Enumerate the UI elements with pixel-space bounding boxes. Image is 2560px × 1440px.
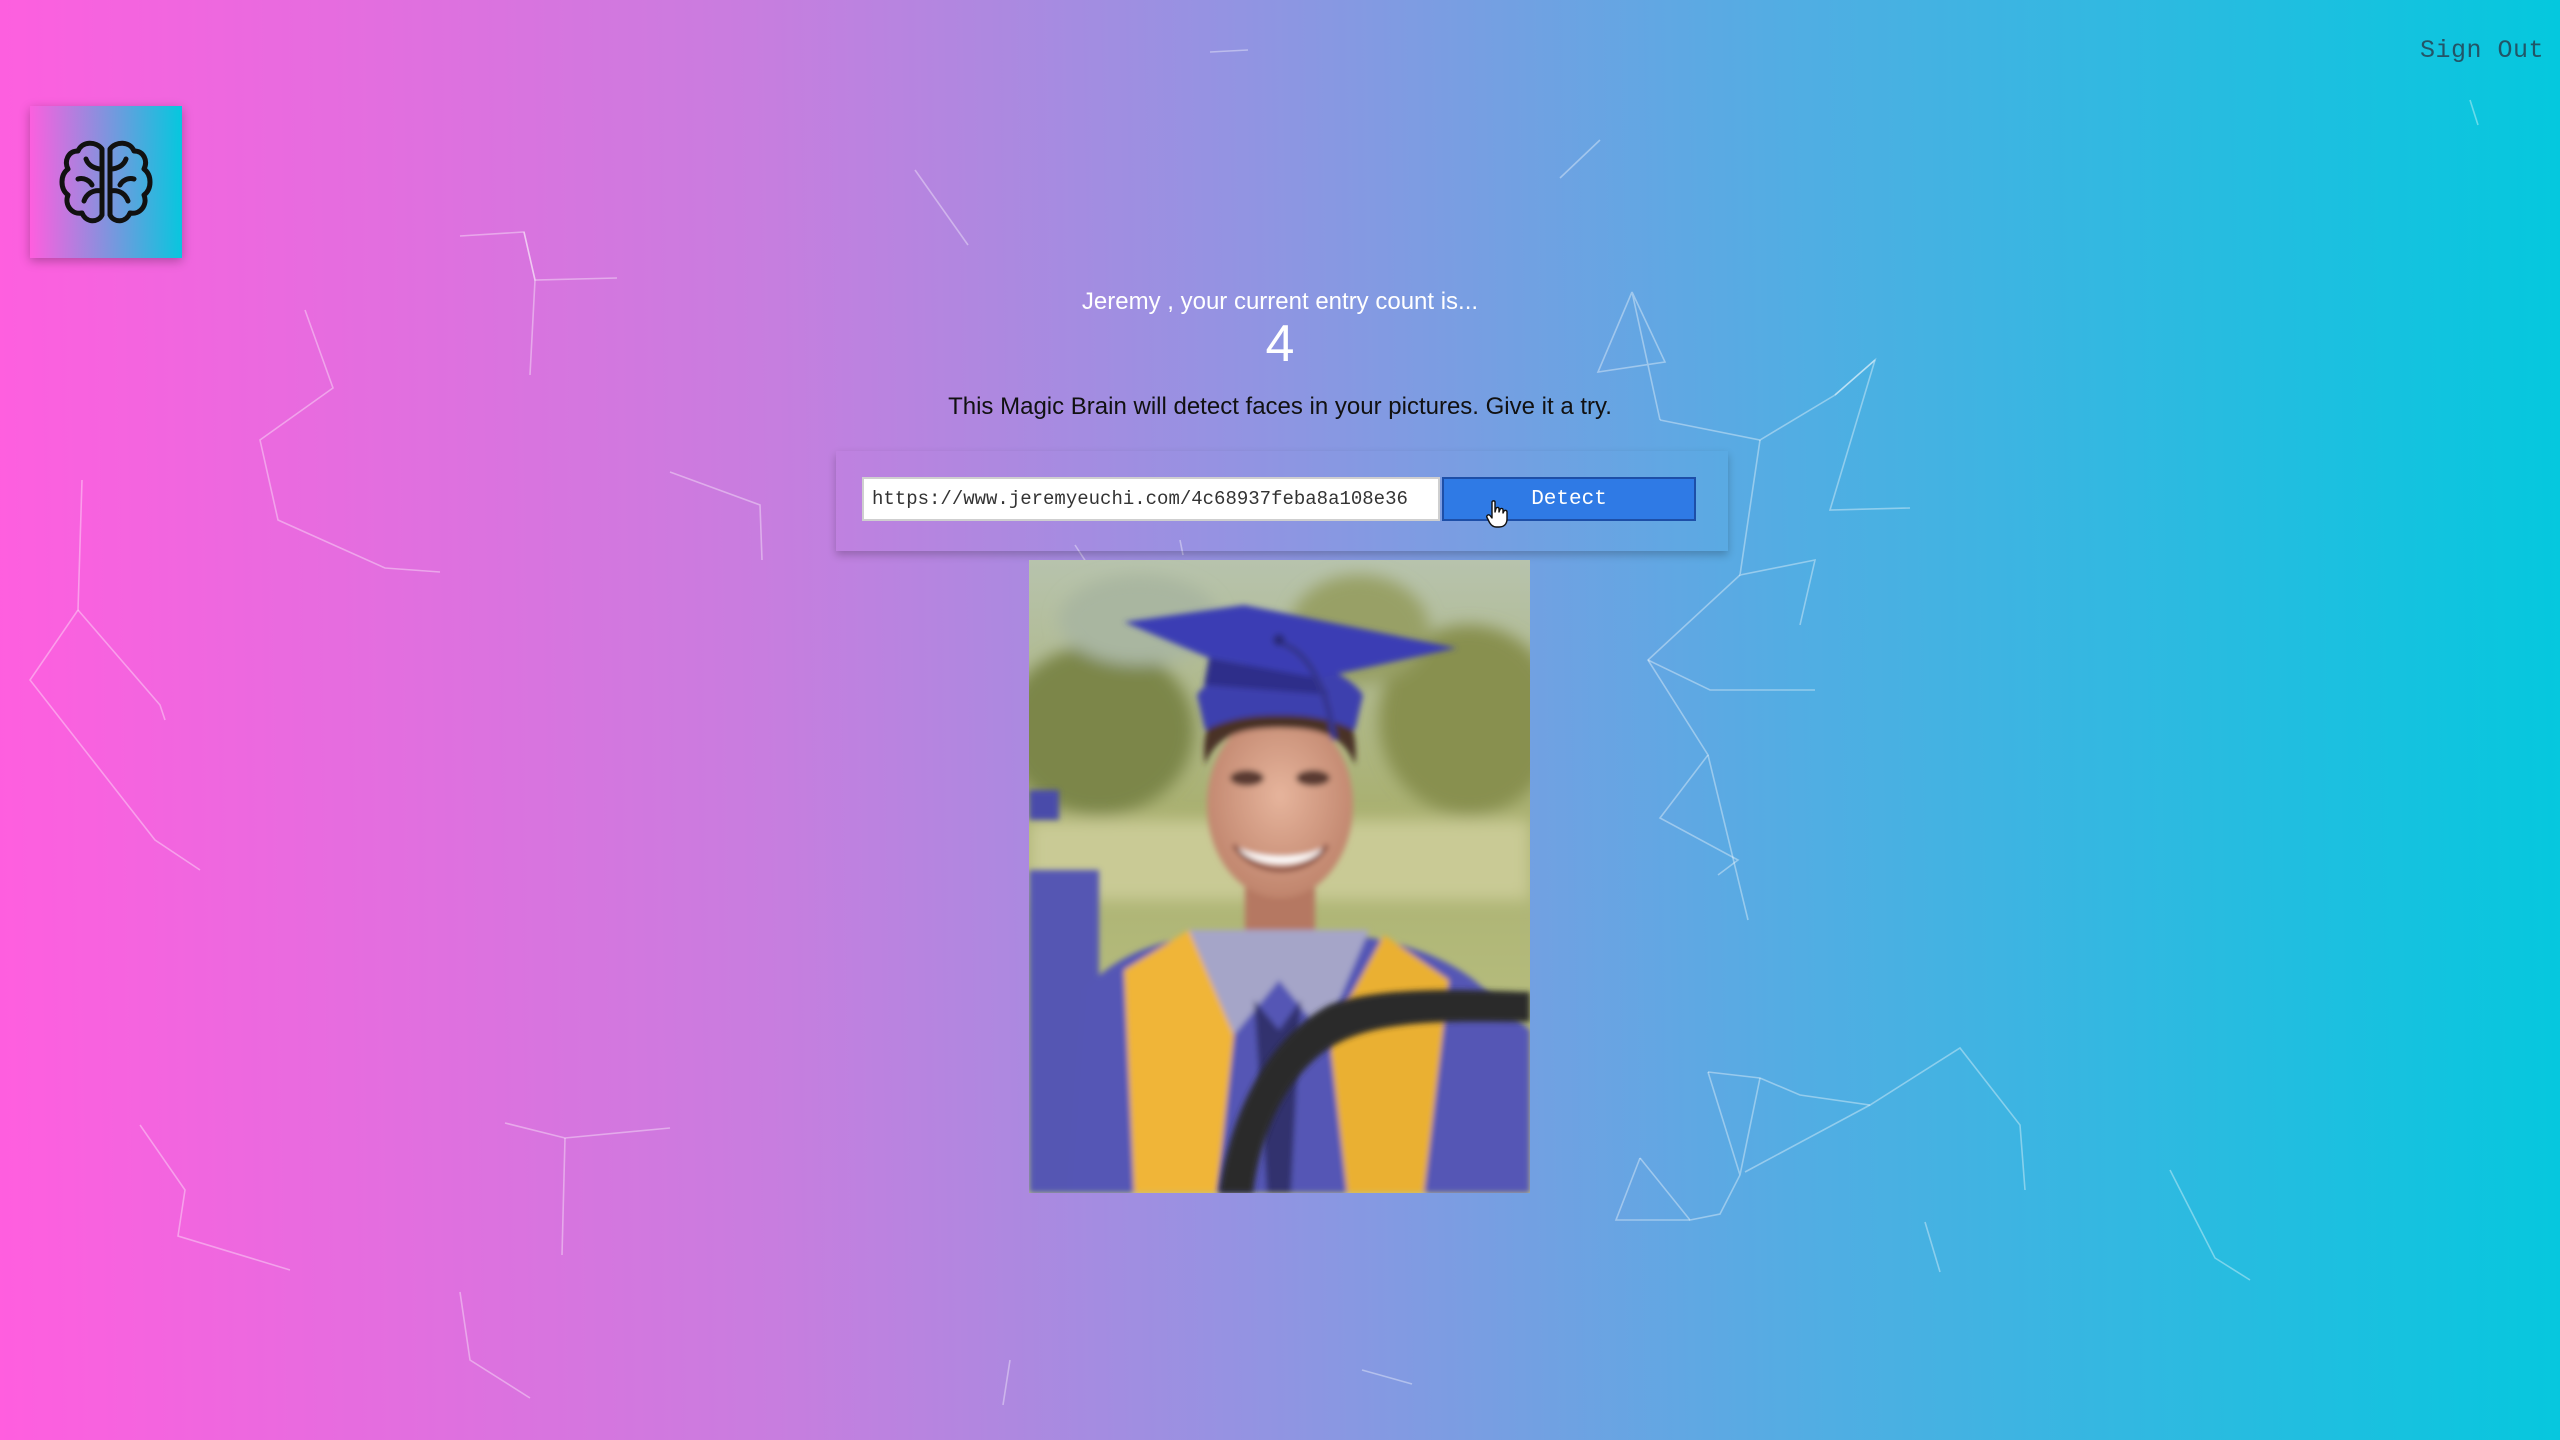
hand-cursor-icon <box>1486 500 1508 528</box>
image-url-form: Detect <box>836 451 1728 551</box>
sign-out-link[interactable]: Sign Out <box>2420 36 2544 65</box>
entry-count: 4 <box>1265 315 1295 373</box>
graduate-portrait <box>1029 560 1530 1193</box>
tagline: This Magic Brain will detect faces in yo… <box>948 393 1612 420</box>
logo-tile <box>30 106 182 258</box>
brain-icon <box>59 140 153 224</box>
detect-button[interactable]: Detect <box>1442 477 1696 521</box>
image-url-input[interactable] <box>862 477 1440 521</box>
face-detection-image <box>1029 560 1530 1193</box>
entry-count-message: Jeremy , your current entry count is... <box>1081 288 1479 315</box>
